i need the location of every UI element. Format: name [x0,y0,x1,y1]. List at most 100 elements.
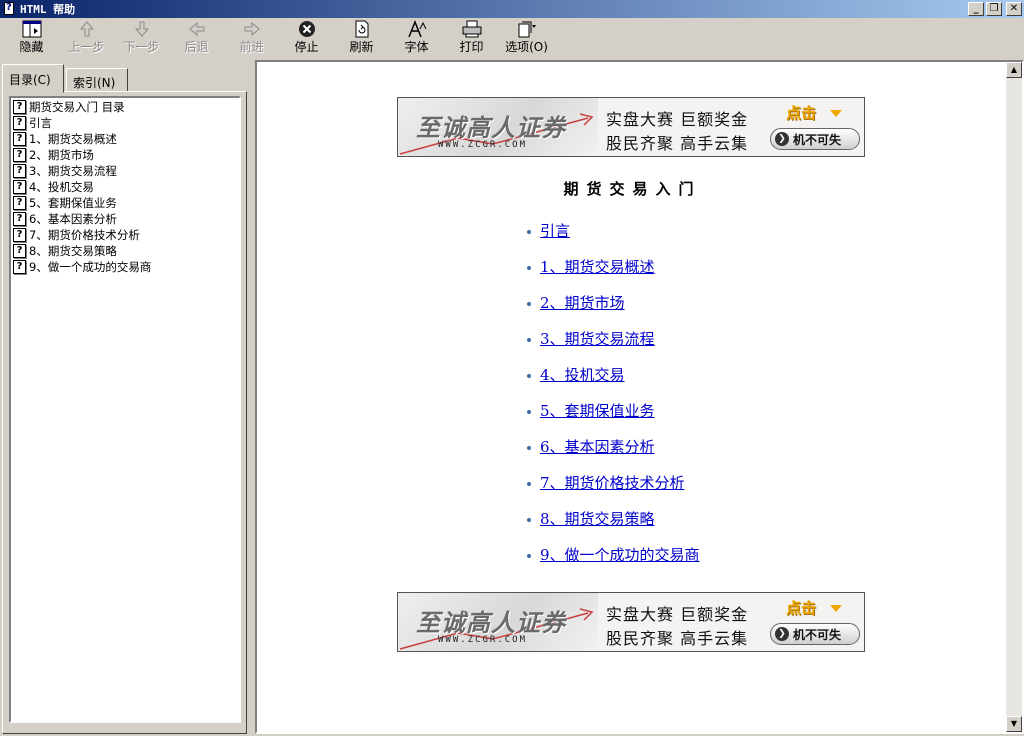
tree-item-label: 6、基本因素分析 [29,212,117,226]
topic-link[interactable]: 3、期货交易流程 [540,328,655,349]
next-topic-button[interactable]: 下一步 [114,18,169,58]
tree-item-label: 引言 [29,116,52,130]
banner-slogan-1: 实盘大赛 巨额奖金 [606,605,749,624]
list-item: 7、期货价格技术分析 [527,464,700,500]
topic-link-list: 引言 1、期货交易概述 2、期货市场 3、期货交易流程 4、投机交易 5、套期保值业务 6、… [527,212,700,572]
topic-link[interactable]: 4、投机交易 [540,364,625,385]
title-bar: ? HTML 帮助 _ ❐ ✕ [0,0,1024,18]
topic-link[interactable]: 9、做一个成功的交易商 [540,544,700,565]
options-button[interactable]: 选项(O) [499,18,554,58]
help-topic-icon: ? [13,260,26,274]
tree-item-label: 期货交易入门 目录 [29,100,125,114]
font-button[interactable]: 字体 [389,18,444,58]
list-item: 引言 [527,212,700,248]
banner-logo: 至诚高人证券 [416,609,566,637]
up-arrow-icon [77,18,97,40]
ad-banner-bottom[interactable]: 至诚高人证券 WWW.ZCGR.COM 实盘大赛 巨额奖金 股民齐聚 高手云集 … [397,592,865,652]
banner-cta-button[interactable]: ❯ 机不可失 [770,623,860,645]
previous-topic-button[interactable]: 上一步 [59,18,114,58]
help-topic-icon: ? [13,196,26,210]
refresh-button[interactable]: 刷新 [334,18,389,58]
bullet-icon [527,446,531,450]
banner-logo: 至诚高人证券 [416,114,566,142]
tree-item[interactable]: ? 8、期货交易策略 [13,243,239,259]
tab-index[interactable]: 索引(N) [66,68,128,92]
print-icon [461,18,483,40]
contents-panel: ? 期货交易入门 目录? 引言? 1、期货交易概述? 2、期货市场? 3、期货交易流程? 4… [2,91,247,734]
close-button[interactable]: ✕ [1006,2,1022,16]
tree-item[interactable]: ? 2、期货市场 [13,147,239,163]
topic-link[interactable]: 引言 [540,220,570,241]
banner-slogan-1: 实盘大赛 巨额奖金 [606,110,749,129]
minimize-button[interactable]: _ [968,2,984,16]
help-topic-icon: ? [13,164,26,178]
bullet-icon [527,230,531,234]
tree-item[interactable]: ? 6、基本因素分析 [13,211,239,227]
print-button[interactable]: 打印 [444,18,499,58]
topic-link[interactable]: 8、期货交易策略 [540,508,655,529]
chevron-down-icon [830,110,842,117]
chevron-down-icon [830,605,842,612]
banner-slogan-2: 股民齐聚 高手云集 [606,134,749,153]
help-topic-icon: ? [13,212,26,226]
hide-pane-icon [21,18,43,40]
topic-link[interactable]: 6、基本因素分析 [540,436,655,457]
list-item: 4、投机交易 [527,356,700,392]
help-topic-icon: ? [13,132,26,146]
tree-item[interactable]: ? 5、套期保值业务 [13,195,239,211]
topic-content-pane: 至诚高人证券 WWW.ZCGR.COM 实盘大赛 巨额奖金 股民齐聚 高手云集 … [255,60,1024,734]
arrow-right-icon: ❯ [775,627,789,641]
forward-button[interactable]: 前进 [224,18,279,58]
help-topic-icon: ? [13,244,26,258]
help-app-icon[interactable]: ? [1,1,17,17]
tree-item[interactable]: ? 7、期货价格技术分析 [13,227,239,243]
scroll-down-button[interactable]: ▼ [1006,716,1022,732]
refresh-icon [352,18,372,40]
banner-url: WWW.ZCGR.COM [438,635,528,645]
topic-link[interactable]: 7、期货价格技术分析 [540,472,685,493]
banner-url: WWW.ZCGR.COM [438,140,528,150]
tree-item[interactable]: ? 1、期货交易概述 [13,131,239,147]
tree-item-label: 9、做一个成功的交易商 [29,260,152,274]
list-item: 2、期货市场 [527,284,700,320]
back-arrow-icon [187,18,207,40]
window-title: HTML 帮助 [20,3,76,16]
vertical-scrollbar[interactable]: ▲ ▼ [1006,62,1022,732]
tree-item-label: 8、期货交易策略 [29,244,117,258]
navigation-pane: 目录(C) 索引(N) ? 期货交易入门 目录? 引言? 1、期货交易概述? 2、期货市… [0,60,249,736]
ad-banner-top[interactable]: 至诚高人证券 WWW.ZCGR.COM 实盘大赛 巨额奖金 股民齐聚 高手云集 … [397,97,865,157]
tree-item-label: 3、期货交易流程 [29,164,117,178]
stop-button[interactable]: 停止 [279,18,334,58]
list-item: 1、期货交易概述 [527,248,700,284]
help-topic-icon: ? [13,180,26,194]
help-topic-icon: ? [13,100,26,114]
banner-cta-button[interactable]: ❯ 机不可失 [770,128,860,150]
bullet-icon [527,518,531,522]
tree-item[interactable]: ? 3、期货交易流程 [13,163,239,179]
restore-button[interactable]: ❐ [986,2,1002,16]
help-topic-icon: ? [13,148,26,162]
tree-item-label: 4、投机交易 [29,180,94,194]
toolbar: 隐藏 上一步 下一步 后退 前进 停止 刷新 字体 打印 选项(O) [0,18,1024,58]
bullet-icon [527,410,531,414]
tree-item[interactable]: ? 引言 [13,115,239,131]
bullet-icon [527,482,531,486]
back-button[interactable]: 后退 [169,18,224,58]
tree-item[interactable]: ? 4、投机交易 [13,179,239,195]
tree-item[interactable]: ? 期货交易入门 目录 [13,99,239,115]
tab-contents[interactable]: 目录(C) [2,64,64,93]
tree-item-label: 5、套期保值业务 [29,196,117,210]
tree-item[interactable]: ? 9、做一个成功的交易商 [13,259,239,275]
forward-arrow-icon [242,18,262,40]
topic-link[interactable]: 2、期货市场 [540,292,625,313]
scroll-up-button[interactable]: ▲ [1006,62,1022,78]
banner-slogan-2: 股民齐聚 高手云集 [606,629,749,648]
contents-tree[interactable]: ? 期货交易入门 目录? 引言? 1、期货交易概述? 2、期货市场? 3、期货交易流程? 4… [9,96,241,723]
hide-button[interactable]: 隐藏 [4,18,59,58]
topic-link[interactable]: 1、期货交易概述 [540,256,655,277]
bullet-icon [527,266,531,270]
topic-link[interactable]: 5、套期保值业务 [540,400,655,421]
bullet-icon [527,554,531,558]
tree-item-label: 2、期货市场 [29,148,94,162]
options-icon [516,18,538,40]
